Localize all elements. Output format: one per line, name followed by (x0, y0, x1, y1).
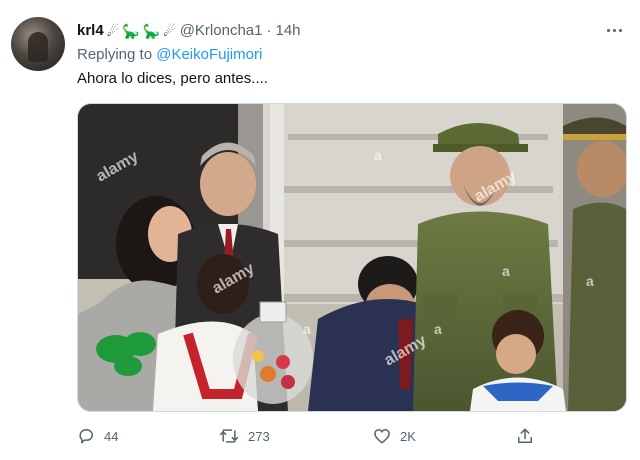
watermark: a (303, 321, 311, 337)
timestamp[interactable]: 14h (275, 21, 300, 41)
avatar-figure (28, 32, 48, 62)
tweet[interactable]: krl4 ☄ 🦕 🦕 ☄ @Krloncha1 · 14h Replying t… (0, 0, 640, 460)
display-name[interactable]: krl4 (77, 21, 104, 41)
mention-link[interactable]: @KeikoFujimori (156, 46, 262, 63)
heart-icon (374, 429, 390, 444)
dinosaur-emoji: 🦕 (142, 23, 161, 39)
share-icon (518, 428, 532, 443)
watermark: a (586, 273, 594, 289)
more-dot-icon (618, 28, 622, 32)
separator-dot: · (266, 22, 272, 39)
reply-button[interactable]: 44 (76, 422, 118, 450)
tweet-header: krl4 ☄ 🦕 🦕 ☄ @Krloncha1 · 14h (77, 21, 301, 41)
retweet-button[interactable]: 273 (218, 422, 270, 450)
more-options-button[interactable] (602, 22, 626, 38)
replying-to: Replying to @KeikoFujimori (77, 46, 262, 63)
avatar[interactable] (11, 17, 65, 71)
share-button[interactable] (515, 422, 535, 450)
dinosaur-emoji: 🦕 (122, 23, 140, 39)
like-button[interactable]: 2K (372, 422, 416, 450)
comet-emoji: ☄ (163, 23, 176, 39)
watermark: a (374, 147, 382, 163)
watermark: a (502, 263, 510, 279)
more-dot-icon (612, 28, 616, 32)
like-count: 2K (400, 428, 416, 444)
user-handle[interactable]: @Krloncha1 (180, 21, 263, 41)
reply-count: 44 (104, 428, 119, 444)
reply-icon (79, 429, 93, 444)
tweet-actions: 44 273 2K (0, 422, 640, 450)
tweet-photo[interactable]: alamy a alamy alamy alamy a a a a (77, 103, 627, 412)
watermark: a (434, 321, 442, 337)
tweet-text: Ahora lo dices, pero antes.... (77, 70, 268, 87)
photo-illustration: alamy a alamy alamy alamy a a a a (78, 104, 626, 411)
comet-emoji: ☄ (106, 23, 120, 39)
reply-prefix: Replying to (77, 46, 153, 63)
retweet-icon (219, 429, 239, 443)
more-dot-icon (606, 28, 610, 32)
retweet-count: 273 (248, 428, 270, 444)
